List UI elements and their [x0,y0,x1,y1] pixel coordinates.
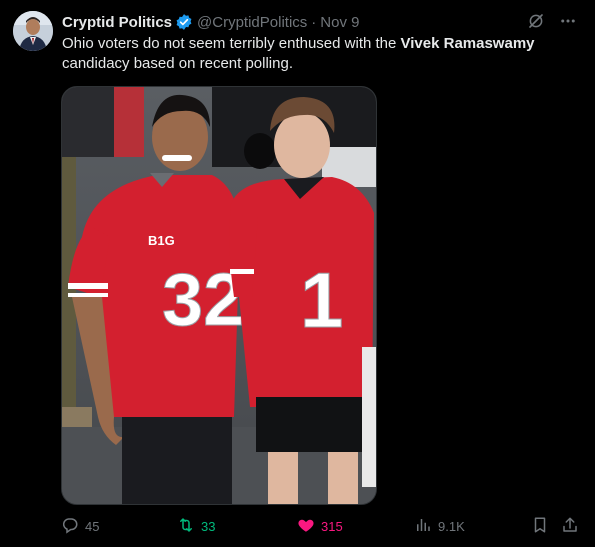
reply-button[interactable]: 45 [61,515,99,537]
heart-icon [297,516,321,537]
author-display-name[interactable]: Cryptid Politics [62,14,172,31]
tweet-top-actions [527,12,577,35]
right-jersey-number: 1 [300,256,343,344]
tweet-text-part: candidacy based on recent polling. [62,55,293,72]
verified-badge-icon [175,13,193,31]
jersey-badge: B1G [148,233,175,248]
views-count: 9.1K [438,518,465,534]
author-handle[interactable]: @CryptidPolitics [197,14,307,31]
avatar[interactable] [13,11,53,51]
tweet-action-bar: 45 33 315 9.1K [61,515,581,537]
tweet-photo[interactable]: 32 B1G 1 [61,86,377,505]
tweet-text-bold: Vivek Ramaswamy [400,35,535,52]
share-button[interactable] [561,515,585,537]
share-icon [561,516,585,537]
grok-icon[interactable] [527,12,545,35]
bookmark-icon [531,516,555,537]
views-icon [414,516,438,537]
retweet-icon [177,516,201,537]
tweet-date[interactable]: Nov 9 [320,14,359,31]
tweet-text: Ohio voters do not seem terribly enthuse… [62,34,572,74]
tweet-text-part: Ohio voters do not seem terribly enthuse… [62,35,401,52]
reply-count: 45 [85,518,100,534]
bookmark-button[interactable] [531,515,555,537]
like-button[interactable]: 315 [297,515,343,537]
separator-dot: · [311,13,317,31]
tweet-header: Cryptid Politics @CryptidPolitics · Nov … [62,12,359,32]
retweet-button[interactable]: 33 [177,515,215,537]
more-icon[interactable] [559,12,577,35]
views-button[interactable]: 9.1K [414,515,465,537]
like-count: 315 [321,518,343,534]
reply-icon [61,516,85,537]
retweet-count: 33 [201,518,216,534]
